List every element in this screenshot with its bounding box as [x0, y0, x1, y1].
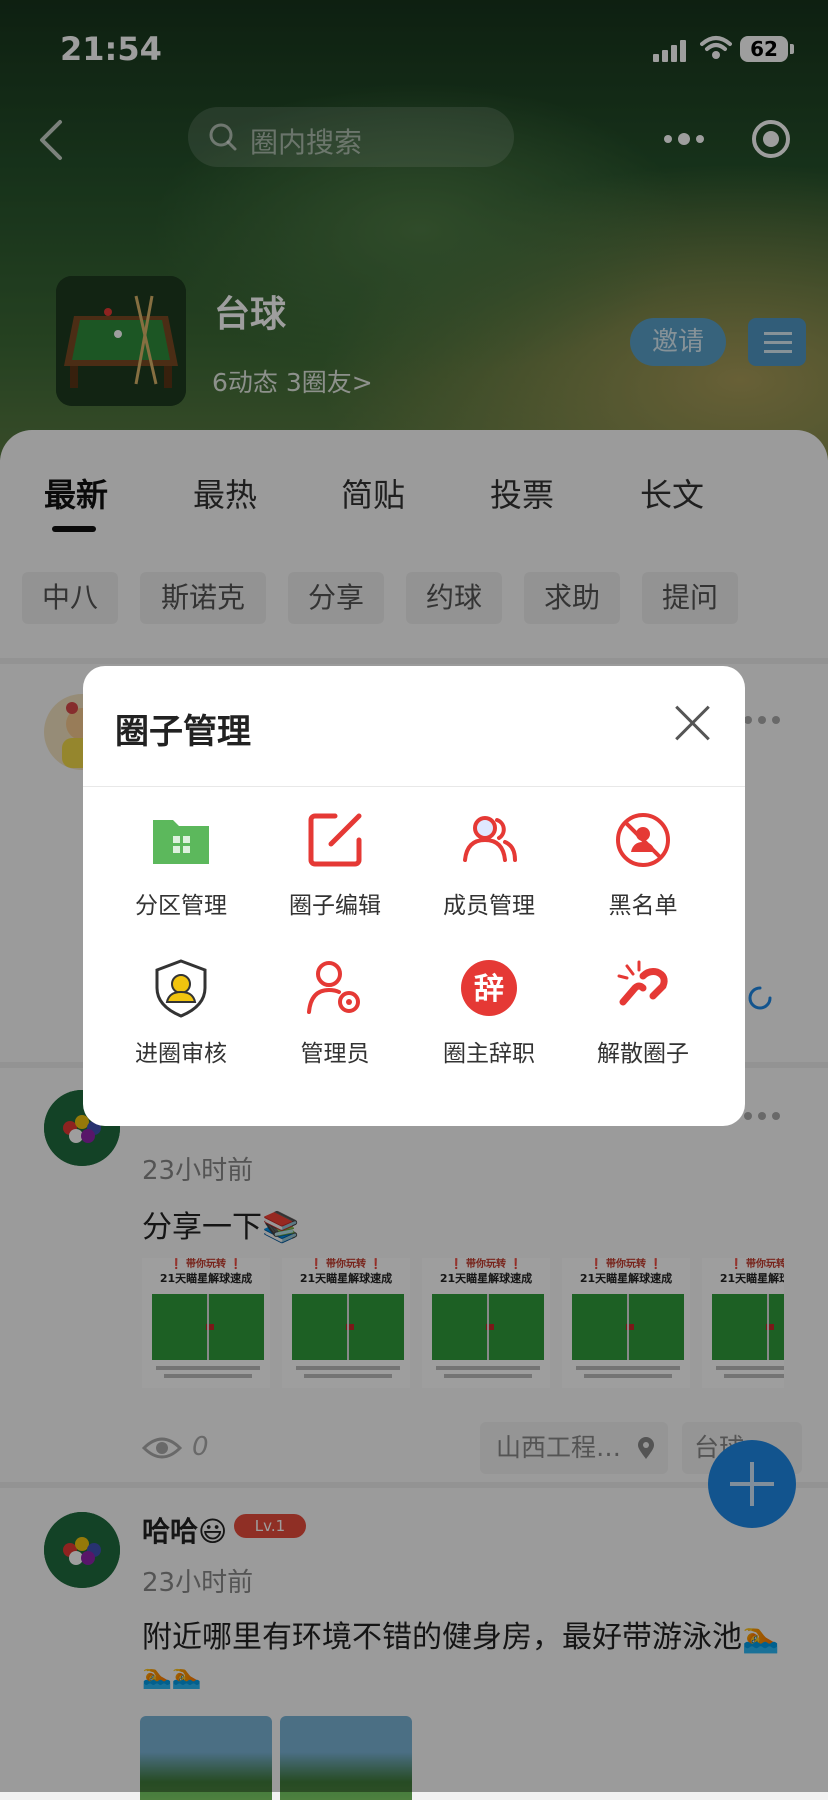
owner-resign-button[interactable]: 辞 圈主辞职 [412, 958, 566, 1074]
admin-gear-icon [307, 961, 360, 1014]
dialog-title: 圈子管理 [115, 712, 251, 752]
circle-management-dialog: 圈子管理 分区管理 圈子编辑 成员管理 黑名单 进圈审核 管理员 辞 圈主辞职 … [83, 666, 745, 1126]
item-label: 圈子编辑 [289, 893, 381, 919]
item-label: 分区管理 [135, 893, 227, 919]
divider [83, 786, 745, 787]
item-label: 黑名单 [608, 893, 678, 919]
item-label: 解散圈子 [597, 1041, 689, 1067]
circle-edit-button[interactable]: 圈子编辑 [258, 810, 412, 926]
administrator-button[interactable]: 管理员 [258, 958, 412, 1074]
blacklist-button[interactable]: 黑名单 [566, 810, 720, 926]
close-icon[interactable] [673, 702, 713, 742]
blacklist-icon [616, 813, 670, 867]
members-icon [463, 816, 517, 862]
section-management-button[interactable]: 分区管理 [104, 810, 258, 926]
svg-text:辞: 辞 [474, 972, 504, 1007]
item-label: 进圈审核 [135, 1041, 227, 1067]
join-review-button[interactable]: 进圈审核 [104, 958, 258, 1074]
item-label: 圈主辞职 [443, 1041, 535, 1067]
item-label: 成员管理 [443, 893, 535, 919]
edit-icon [308, 813, 362, 867]
folder-icon [153, 820, 209, 864]
resign-icon: 辞 [461, 960, 517, 1016]
dissolve-circle-button[interactable]: 解散圈子 [566, 958, 720, 1074]
shield-user-icon [155, 959, 207, 1018]
member-management-button[interactable]: 成员管理 [412, 810, 566, 926]
broken-link-icon [617, 960, 668, 1006]
item-label: 管理员 [300, 1041, 370, 1067]
